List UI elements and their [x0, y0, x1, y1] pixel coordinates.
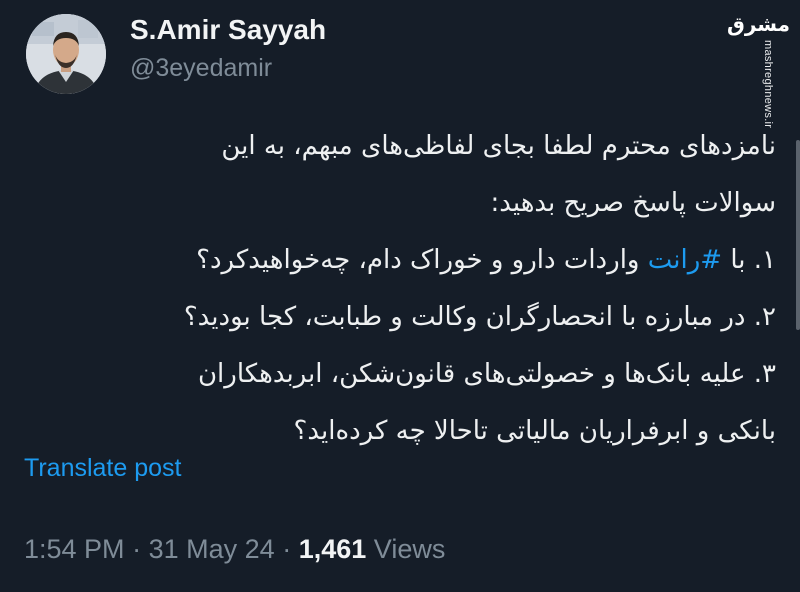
- tweet-line: بانکی و ابرفراریان مالیاتی تاحالا چه کرد…: [293, 416, 776, 446]
- tweet-line-part: واردات دارو و خوراک دام، چه‌خواهیدکرد؟: [196, 245, 648, 275]
- views-label: Views: [373, 534, 446, 564]
- tweet-line: ۲. در مبارزه با انحصارگران وکالت و طبابت…: [183, 302, 776, 332]
- tweet-meta: 1:54 PM · 31 May 24 · 1,461 Views: [24, 534, 445, 565]
- hashtag-link[interactable]: #رانت: [648, 245, 722, 275]
- tweet-line: نامزدهای محترم لطفا بجای لفاظی‌های مبهم،…: [221, 131, 776, 161]
- avatar[interactable]: [26, 14, 106, 94]
- views-count: 1,461: [298, 534, 367, 564]
- tweet-text: نامزدهای محترم لطفا بجای لفاظی‌های مبهم،…: [24, 118, 776, 460]
- watermark-url: mashreghnews.ir: [762, 40, 774, 129]
- post-date[interactable]: 31 May 24: [149, 534, 275, 564]
- translate-post-link[interactable]: Translate post: [24, 454, 181, 483]
- watermark-logo: مشرق: [726, 12, 790, 36]
- tweet-line: ۱. با #رانت واردات دارو و خوراک دام، چه‌…: [24, 232, 776, 289]
- display-name[interactable]: S.Amir Sayyah: [130, 14, 326, 46]
- tweet-line: سوالات پاسخ صریح بدهید:: [490, 188, 776, 218]
- meta-separator: ·: [132, 534, 142, 564]
- scrollbar[interactable]: [796, 140, 800, 330]
- tweet-line-part: ۱. با: [722, 245, 776, 275]
- avatar-image: [26, 14, 106, 94]
- watermark: مشرق mashreghnews.ir: [726, 10, 790, 130]
- tweet-line: ۳. علیه بانک‌ها و خصولتی‌های قانون‌شکن، …: [197, 359, 776, 389]
- post-time[interactable]: 1:54 PM: [24, 534, 125, 564]
- meta-separator: ·: [282, 534, 292, 564]
- tweet-card: S.Amir Sayyah @3eyedamir مشرق mashreghne…: [0, 0, 800, 592]
- user-handle[interactable]: @3eyedamir: [130, 54, 272, 83]
